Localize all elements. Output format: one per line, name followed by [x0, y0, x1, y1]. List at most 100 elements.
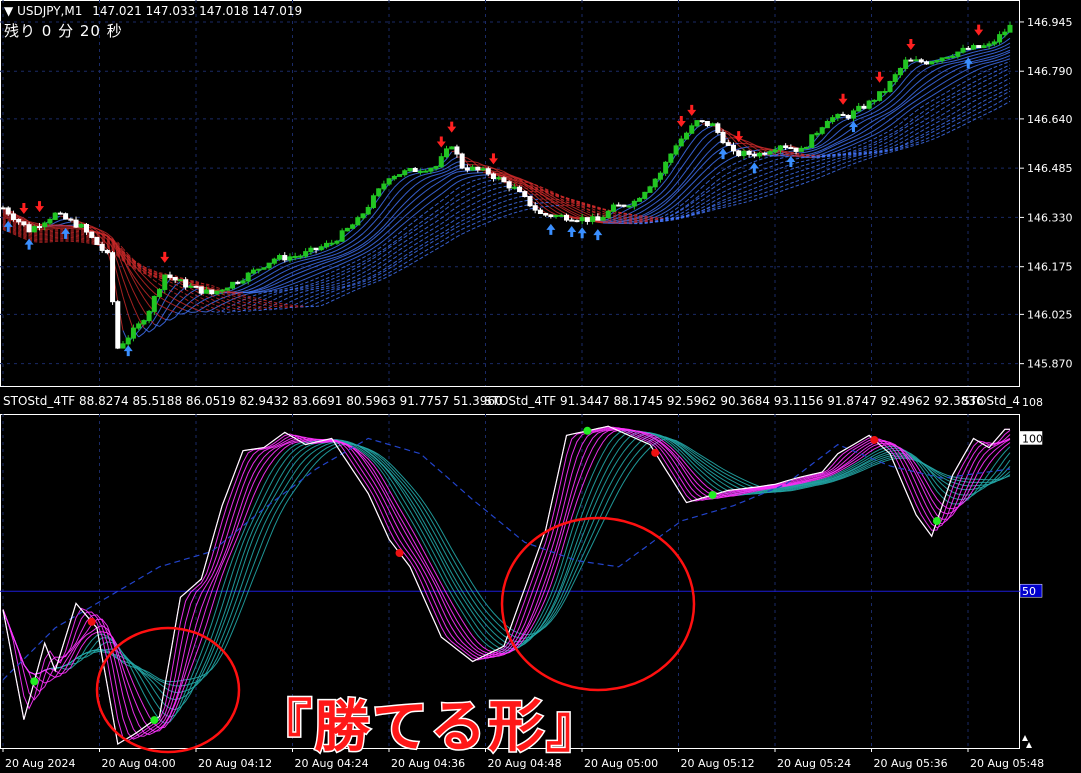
ma-ribbon-segment: [274, 263, 280, 268]
ma-ribbon-segment: [237, 310, 244, 313]
ma-ribbon-segment: [430, 178, 437, 183]
ma-ribbon-segment: [467, 172, 473, 175]
ma-ribbon-segment: [983, 93, 990, 97]
ma-ribbon-segment: [926, 105, 933, 110]
ma-ribbon-segment: [237, 292, 244, 294]
ma-ribbon-segment: [169, 302, 176, 307]
ma-ribbon-segment: [973, 68, 979, 73]
ma-ribbon-segment: [65, 221, 71, 224]
candle-body: [730, 144, 736, 152]
ma-ribbon-segment: [889, 145, 896, 149]
ma-ribbon-segment: [378, 200, 385, 209]
ma-ribbon-segment: [143, 289, 150, 297]
ma-ribbon-segment: [242, 309, 249, 312]
ma-ribbon-segment: [357, 272, 364, 277]
ma-ribbon-segment: [508, 202, 515, 206]
ma-ribbon-segment: [295, 289, 301, 292]
ma-ribbon-segment: [680, 200, 687, 206]
ma-ribbon-segment: [587, 206, 593, 208]
ma-ribbon-segment: [467, 175, 473, 179]
ma-ribbon-segment: [754, 189, 760, 193]
ma-ribbon-segment: [712, 166, 719, 172]
ma-ribbon-segment: [983, 78, 990, 82]
ma-ribbon-segment: [936, 103, 943, 108]
candle-body: [600, 217, 606, 221]
ma-ribbon-segment: [446, 229, 452, 234]
ma-ribbon-segment: [707, 197, 713, 202]
ma-ribbon-segment: [467, 219, 473, 223]
ma-ribbon-segment: [430, 204, 437, 210]
ma-ribbon-segment: [435, 180, 442, 185]
ma-ribbon-segment: [289, 261, 296, 265]
candle-body: [313, 247, 319, 251]
candle-body: [882, 90, 888, 93]
ma-ribbon-segment: [811, 161, 818, 164]
ma-ribbon-segment: [425, 251, 432, 256]
ma-ribbon-segment: [681, 212, 687, 217]
ma-ribbon-segment: [900, 78, 907, 86]
ma-ribbon-segment: [889, 115, 896, 120]
ma-ribbon-segment: [138, 275, 145, 283]
ma-ribbon-segment: [227, 308, 233, 312]
ma-ribbon-segment: [430, 226, 437, 231]
ma-ribbon-segment: [795, 161, 802, 164]
ma-ribbon-segment: [994, 92, 1000, 97]
ma-ribbon-segment: [1004, 90, 1011, 95]
ma-ribbon-segment: [461, 177, 468, 181]
collapse-triangle-icon[interactable]: ▼: [4, 4, 13, 18]
ma-ribbon-segment: [305, 287, 311, 290]
ma-ribbon-segment: [399, 202, 406, 210]
ma-ribbon-segment: [409, 234, 416, 239]
ma-ribbon-segment: [414, 188, 421, 194]
ma-ribbon-segment: [310, 286, 317, 289]
ma-ribbon-segment: [289, 290, 296, 294]
ma-ribbon-segment: [696, 207, 703, 212]
ma-ribbon-segment: [707, 125, 713, 129]
ma-ribbon-segment: [326, 284, 332, 288]
ma-ribbon-segment: [670, 165, 677, 174]
ma-ribbon-segment: [832, 158, 838, 161]
ma-ribbon-segment: [806, 171, 812, 174]
ma-ribbon-segment: [686, 152, 693, 161]
candle-body: [423, 170, 429, 173]
ma-ribbon-segment: [451, 195, 458, 201]
ma-ribbon-segment: [274, 273, 280, 278]
ma-ribbon-segment: [461, 221, 468, 226]
ma-ribbon-segment: [853, 145, 859, 149]
sell-arrow: [838, 93, 848, 105]
ma-ribbon-segment: [315, 285, 322, 288]
ma-ribbon-segment: [957, 65, 964, 70]
ma-ribbon-segment: [310, 265, 317, 269]
ma-ribbon-segment: [514, 206, 520, 209]
ma-ribbon-segment: [978, 66, 985, 70]
candle-body: [652, 178, 658, 188]
ma-ribbon-segment: [279, 261, 285, 265]
ma-ribbon-segment: [321, 278, 327, 282]
ma-ribbon-segment: [49, 238, 56, 240]
ma-ribbon-segment: [336, 291, 343, 295]
ma-ribbon-segment: [978, 62, 985, 66]
ma-ribbon-segment: [49, 230, 56, 233]
ma-ribbon-segment: [399, 222, 406, 228]
ma-ribbon-segment: [947, 129, 953, 134]
ma-ribbon-segment: [336, 281, 343, 285]
ma-ribbon-segment: [686, 162, 693, 171]
ma-ribbon-segment: [310, 303, 317, 307]
ma-ribbon-segment: [456, 209, 463, 214]
ma-ribbon-segment: [477, 187, 484, 191]
candle-body: [496, 177, 502, 180]
ma-ribbon-segment: [915, 126, 922, 131]
ma-ribbon-segment: [858, 113, 865, 117]
candle-body: [824, 120, 830, 129]
ma-ribbon-segment: [894, 138, 901, 143]
ma-ribbon-segment: [326, 248, 332, 252]
ma-ribbon-segment: [310, 282, 317, 285]
candle-body: [271, 258, 277, 264]
ma-ribbon-segment: [686, 206, 692, 211]
ma-ribbon-segment: [941, 128, 948, 132]
ma-ribbon-segment: [394, 254, 400, 259]
candle-body: [323, 242, 329, 248]
ma-ribbon-segment: [728, 181, 734, 185]
ma-ribbon-segment: [472, 221, 479, 225]
ma-ribbon-segment: [649, 213, 656, 218]
